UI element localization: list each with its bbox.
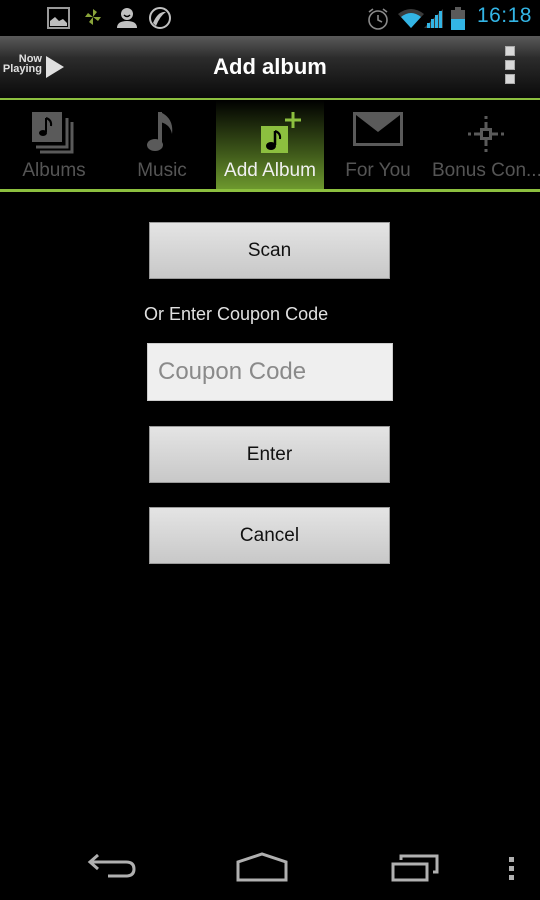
pinwheel-icon bbox=[85, 9, 101, 25]
navigation-bar bbox=[0, 830, 540, 900]
tab-albums[interactable]: Albums bbox=[0, 100, 108, 190]
tab-label: Music bbox=[137, 160, 187, 181]
envelope-icon bbox=[353, 112, 403, 146]
back-icon[interactable] bbox=[86, 854, 138, 882]
user-icon bbox=[117, 8, 137, 28]
page-title: Add album bbox=[213, 54, 327, 79]
wifi-icon bbox=[398, 9, 424, 28]
tab-music[interactable]: Music bbox=[108, 100, 216, 190]
recent-apps-icon[interactable] bbox=[391, 854, 439, 882]
tab-label: Albums bbox=[22, 160, 86, 181]
add-album-icon bbox=[261, 112, 301, 153]
tab-bar: Albums Music Add Album For You Bonus Con… bbox=[0, 100, 540, 190]
action-bar: Now Playing Add album bbox=[0, 36, 540, 98]
gallery-icon bbox=[47, 7, 70, 29]
overflow-dot bbox=[505, 46, 515, 56]
alarm-icon bbox=[368, 8, 388, 30]
overflow-dot bbox=[505, 74, 515, 84]
coupon-prompt: Or Enter Coupon Code bbox=[144, 304, 329, 324]
overflow-menu-button[interactable] bbox=[500, 46, 520, 90]
bonus-sparkle-icon bbox=[468, 116, 504, 152]
home-icon[interactable] bbox=[236, 852, 288, 882]
tab-for-you[interactable]: For You bbox=[324, 100, 432, 190]
tab-label: Add Album bbox=[224, 160, 316, 181]
enter-button[interactable]: Enter bbox=[149, 426, 390, 483]
tab-add-album[interactable]: Add Album bbox=[216, 100, 324, 190]
tab-label: For You bbox=[345, 160, 411, 181]
scan-button[interactable]: Scan bbox=[149, 222, 390, 279]
music-note-icon bbox=[147, 112, 173, 151]
status-bar: 16:18 bbox=[0, 0, 540, 36]
tab-bonus-content[interactable]: Bonus Con... bbox=[432, 100, 540, 190]
clock: 16:18 bbox=[476, 4, 532, 27]
cancel-button[interactable]: Cancel bbox=[149, 507, 390, 564]
battery-icon bbox=[451, 7, 465, 30]
sync-icon bbox=[149, 7, 171, 29]
tab-label: Bonus Con... bbox=[432, 160, 540, 181]
tab-bar-divider bbox=[0, 189, 540, 192]
albums-icon bbox=[32, 112, 74, 154]
overflow-dot bbox=[505, 60, 515, 70]
signal-icon bbox=[424, 9, 443, 28]
coupon-code-input[interactable] bbox=[147, 343, 393, 401]
menu-icon[interactable] bbox=[508, 857, 516, 881]
